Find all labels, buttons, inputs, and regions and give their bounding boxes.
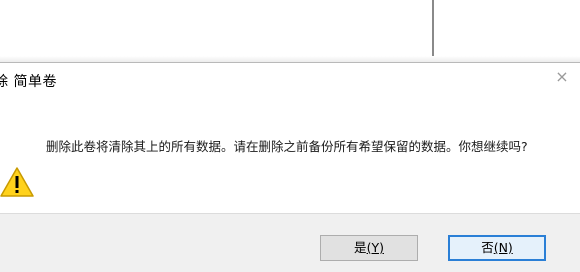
yes-button-mnemonic: (Y): [366, 240, 384, 255]
dialog-title: 除 简单卷: [0, 74, 57, 90]
no-button[interactable]: 否(N): [448, 235, 546, 261]
yes-button-label: 是: [354, 240, 367, 255]
delete-volume-dialog: 除 简单卷 × 删除此卷将清除其上的所有数据。请在删除之前备份所有希望保留的数据…: [0, 62, 580, 272]
screen: 除 简单卷 × 删除此卷将清除其上的所有数据。请在删除之前备份所有希望保留的数据…: [0, 0, 580, 272]
yes-button[interactable]: 是(Y): [320, 235, 418, 261]
background-window-divider: [432, 0, 434, 62]
no-button-label: 否: [481, 240, 494, 255]
dialog-message: 删除此卷将清除其上的所有数据。请在删除之前备份所有希望保留的数据。你想继续吗?: [46, 139, 528, 154]
background-window: [0, 0, 580, 62]
warning-icon: [0, 167, 34, 197]
close-icon[interactable]: ×: [552, 67, 572, 87]
dialog-footer: 是(Y) 否(N): [0, 213, 580, 272]
no-button-mnemonic: (N): [493, 240, 513, 255]
